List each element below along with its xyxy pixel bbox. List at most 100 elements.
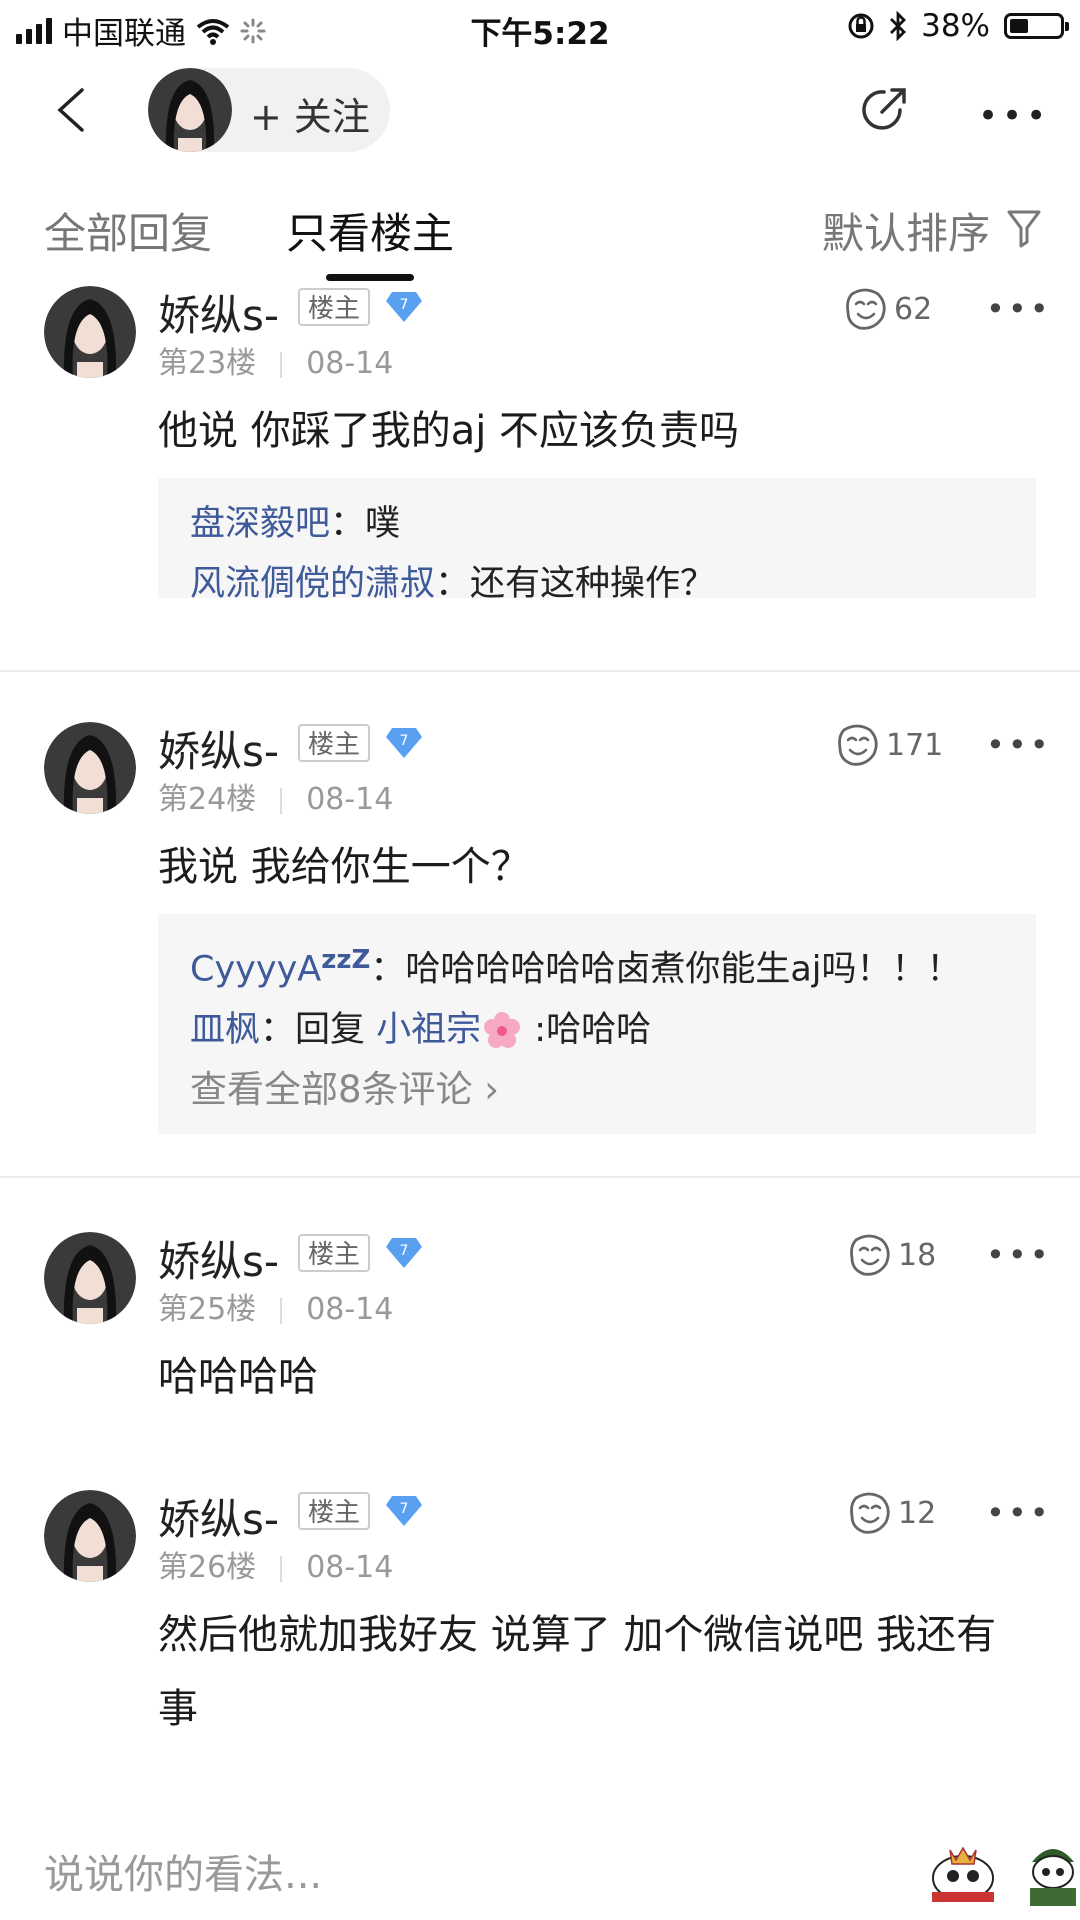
level-number: 7	[400, 1243, 409, 1259]
meta-separator	[280, 787, 283, 814]
post-meta: 第24楼 08-14	[158, 774, 393, 818]
top-nav: + 关注 •••	[0, 60, 1080, 160]
like-face-icon	[850, 1492, 890, 1534]
reply-text: ：哈哈哈哈哈哈卤煮你能生aj吗！！！	[370, 949, 962, 990]
post-divider	[0, 670, 1080, 672]
floor-number: 第23楼	[158, 346, 257, 381]
sort-button[interactable]: 默认排序	[822, 200, 990, 261]
comment-input[interactable]: 说说你的看法...	[44, 1842, 322, 1900]
owner-tag: 楼主	[298, 1234, 371, 1272]
follow-button[interactable]: + 关注	[250, 86, 370, 141]
owner-tag: 楼主	[298, 288, 371, 326]
post-meta: 第25楼 08-14	[158, 1284, 393, 1328]
like-button[interactable]: 62	[842, 286, 932, 332]
tab-bar: 全部回复 只看楼主 默认排序	[0, 190, 1080, 281]
reply-item[interactable]: CyyyyAzzZ：哈哈哈哈哈哈卤煮你能生aj吗！！！	[190, 930, 1004, 1000]
reply-text: ：回复	[260, 1009, 377, 1050]
chevron-left-icon[interactable]	[48, 86, 96, 134]
battery-percent: 38%	[921, 8, 990, 44]
meta-separator	[280, 1555, 283, 1582]
reply-box[interactable]: CyyyyAzzZ：哈哈哈哈哈哈卤煮你能生aj吗！！！ 皿枫：回复 小祖宗 :哈…	[158, 914, 1036, 1134]
cherry-blossom-emoji	[484, 1011, 521, 1048]
username[interactable]: 娇纵s-	[158, 282, 279, 343]
view-all-comments-link[interactable]: 查看全部8条评论 ›	[190, 1060, 1004, 1120]
avatar[interactable]	[148, 68, 232, 152]
share-icon[interactable]	[856, 82, 912, 138]
follow-pill[interactable]: + 关注	[148, 68, 390, 152]
reply-text: :哈哈哈	[523, 1009, 652, 1050]
battery-fill	[1010, 19, 1029, 33]
post-meta: 第26楼 08-14	[158, 1542, 393, 1586]
like-face-icon	[850, 1234, 890, 1276]
like-face-icon	[838, 724, 878, 766]
avatar[interactable]	[44, 1232, 136, 1324]
soldier-sticker-icon[interactable]	[1026, 1830, 1080, 1906]
post-content: 哈哈哈哈	[158, 1354, 318, 1400]
post-divider	[0, 1176, 1080, 1178]
floor-number: 第25楼	[158, 1292, 257, 1327]
reply-box[interactable]: 盘深毅吧：噗 风流倜傥的潇叔：还有这种操作？	[158, 478, 1036, 604]
post-more-icon[interactable]: •••	[986, 1236, 1052, 1274]
post-date: 08-14	[306, 782, 394, 817]
panda-king-sticker-icon[interactable]	[924, 1830, 1002, 1906]
floor-number: 第26楼	[158, 1550, 257, 1585]
reply-mention[interactable]: 小祖宗	[376, 1010, 481, 1050]
post-date: 08-14	[306, 1550, 394, 1585]
reply-username[interactable]: 皿枫	[190, 1010, 260, 1050]
level-number: 7	[400, 1501, 409, 1517]
tab-owner-only[interactable]: 只看楼主	[286, 200, 454, 261]
tab-all-replies[interactable]: 全部回复	[44, 200, 212, 261]
username[interactable]: 娇纵s-	[158, 1486, 279, 1547]
floor-number: 第24楼	[158, 782, 257, 817]
post-content: 他说 你踩了我的aj 不应该负责吗	[158, 408, 740, 454]
username[interactable]: 娇纵s-	[158, 718, 279, 779]
avatar[interactable]	[44, 722, 136, 814]
post-meta: 第23楼 08-14	[158, 338, 393, 382]
like-face-icon	[846, 288, 886, 330]
rotation-lock-icon	[848, 13, 874, 39]
post-more-icon[interactable]: •••	[986, 290, 1052, 328]
meta-separator	[280, 1297, 283, 1324]
post-more-icon[interactable]: •••	[986, 726, 1052, 764]
diamond-badge-icon: 7	[386, 1496, 422, 1526]
level-number: 7	[400, 297, 409, 313]
status-right: 38%	[847, 8, 1069, 44]
avatar[interactable]	[44, 1490, 136, 1582]
meta-separator	[280, 351, 283, 378]
like-count: 18	[898, 1237, 937, 1273]
post-more-icon[interactable]: •••	[986, 1494, 1052, 1532]
like-count: 12	[898, 1495, 937, 1531]
comment-bar: 说说你的看法...	[0, 1820, 1080, 1920]
post-content: 然后他就加我好友 说算了 加个微信说吧 我还有事	[158, 1612, 997, 1732]
reply-item[interactable]: 风流倜傥的潇叔：还有这种操作？	[190, 554, 1004, 614]
active-tab-indicator	[326, 274, 414, 281]
post-date: 08-14	[306, 1292, 394, 1327]
filter-icon[interactable]	[1006, 208, 1042, 248]
reply-text: ：还有这种操作？	[435, 564, 716, 604]
reply-username[interactable]: 盘深毅吧	[190, 504, 330, 544]
reply-text: ：噗	[330, 504, 401, 544]
reply-username[interactable]: 风流倜傥的潇叔	[190, 564, 435, 604]
reply-username[interactable]: CyyyyA	[190, 950, 321, 990]
like-count: 62	[894, 291, 933, 327]
owner-tag: 楼主	[298, 1492, 371, 1530]
like-button[interactable]: 18	[846, 1232, 936, 1278]
more-dots-icon[interactable]: •••	[978, 96, 1050, 136]
username[interactable]: 娇纵s-	[158, 1228, 279, 1289]
diamond-badge-icon: 7	[386, 728, 422, 758]
like-button[interactable]: 12	[846, 1490, 936, 1536]
level-number: 7	[400, 733, 409, 749]
post-date: 08-14	[306, 346, 394, 381]
reply-item[interactable]: 皿枫：回复 小祖宗 :哈哈哈	[190, 1000, 1004, 1060]
owner-tag: 楼主	[298, 724, 371, 762]
post-content: 我说 我给你生一个？	[158, 844, 531, 890]
like-button[interactable]: 171	[834, 722, 943, 768]
reply-item[interactable]: 盘深毅吧：噗	[190, 494, 1004, 554]
battery-icon	[1004, 13, 1069, 39]
diamond-badge-icon: 7	[386, 292, 422, 322]
like-count: 171	[886, 727, 944, 763]
bluetooth-icon	[890, 11, 907, 41]
diamond-badge-icon: 7	[386, 1238, 422, 1268]
reply-username-suffix: zzZ	[321, 945, 371, 975]
avatar[interactable]	[44, 286, 136, 378]
